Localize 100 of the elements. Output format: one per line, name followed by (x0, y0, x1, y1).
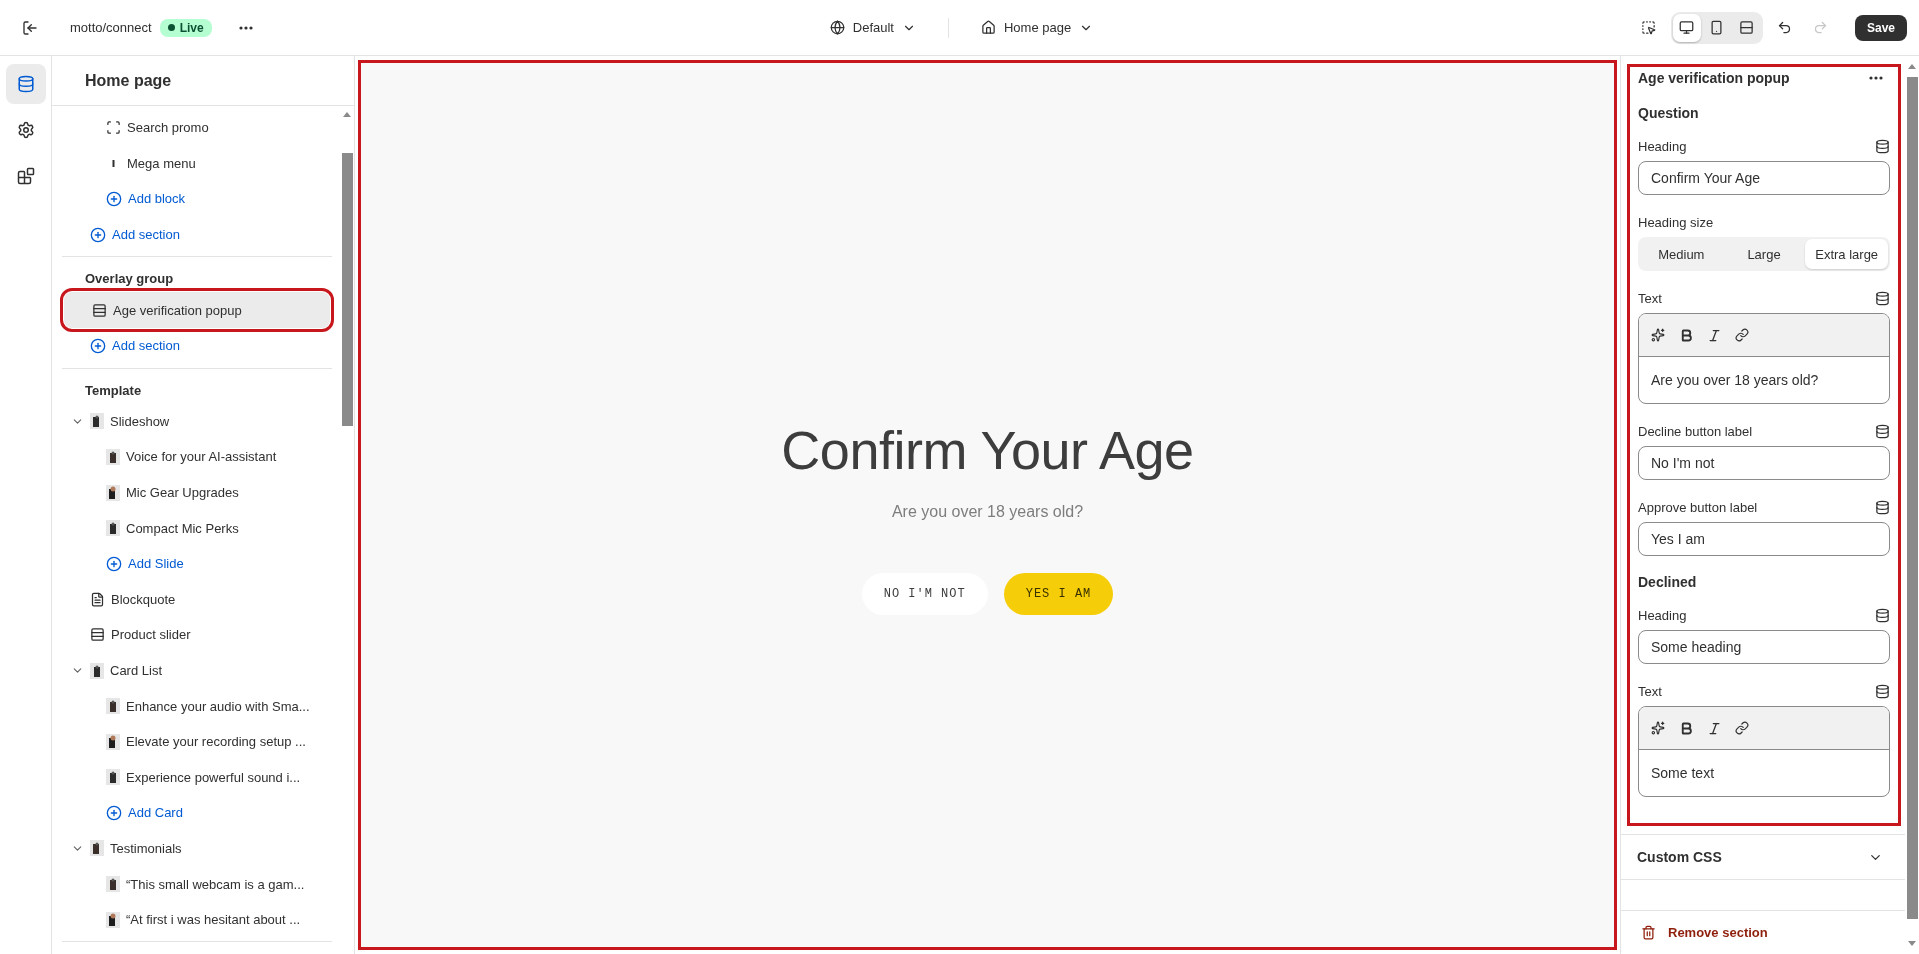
thumbnail-icon (90, 662, 104, 679)
store-name: motto/connect (70, 20, 152, 35)
dynamic-source-icon[interactable] (1875, 607, 1890, 623)
rich-text-value: Are you over 18 years old? (1650, 371, 1820, 390)
field-label: Approve button label (1638, 499, 1758, 515)
approve-button[interactable]: YES I AM (1003, 573, 1114, 615)
field-label: Text (1638, 683, 1662, 699)
thumbnail-icon (90, 840, 104, 857)
tree-item[interactable]: Mega menu (62, 145, 332, 182)
thumbnail-icon (106, 876, 120, 893)
section-icon (90, 627, 105, 643)
link-icon (1735, 328, 1749, 342)
tree-item[interactable]: Mic Gear Upgrades (62, 474, 332, 511)
settings-icon (16, 121, 35, 139)
segment-option[interactable]: Large (1722, 239, 1806, 269)
thumbnail-icon (106, 520, 120, 537)
sparkle-icon (1651, 721, 1665, 735)
section-heading: Question (1638, 105, 1700, 121)
field-label: Decline button label (1638, 423, 1753, 439)
field-label: Text (1638, 290, 1662, 306)
home-icon (981, 20, 996, 35)
undo-icon (1777, 20, 1793, 35)
scroll-down-icon (1908, 941, 1916, 946)
add-item-link[interactable]: Add section (62, 216, 332, 253)
custom-css-toggle[interactable]: Custom CSS (1621, 834, 1905, 880)
scrollbar-thumb[interactable] (341, 153, 353, 426)
rich-text-editor[interactable]: Are you over 18 years old? (1638, 313, 1890, 404)
text-field[interactable]: No I'm not (1638, 446, 1890, 480)
thumbnail-icon (106, 769, 120, 786)
segment-option[interactable]: Medium (1640, 239, 1723, 269)
dynamic-source-icon[interactable] (1875, 683, 1890, 699)
globe-icon (829, 20, 845, 35)
decline-button[interactable]: NO I'M NOT (861, 573, 988, 615)
thumbnail-icon (106, 698, 120, 715)
add-item-link[interactable]: Add section (62, 327, 332, 364)
thumbnail-icon (106, 911, 120, 928)
tree-item[interactable]: Product slider (62, 617, 332, 653)
tree-item[interactable]: Blockquote (62, 581, 332, 618)
view-button[interactable] (1672, 13, 1701, 42)
rail-button[interactable] (5, 64, 46, 104)
popup-heading: Confirm Your Age (781, 419, 1194, 481)
save-button[interactable]: Save (1854, 14, 1907, 41)
tree-item[interactable]: Slideshow (62, 403, 332, 440)
theme-picker[interactable]: Default (821, 16, 924, 39)
italic-icon (1706, 720, 1722, 736)
status-badge: Live (159, 18, 212, 37)
text-field[interactable]: Confirm Your Age (1638, 161, 1890, 195)
desktop-icon (1679, 20, 1695, 35)
inspector-icon (1641, 20, 1657, 35)
text-field[interactable]: Some heading (1638, 630, 1890, 664)
dynamic-source-icon[interactable] (1875, 138, 1890, 154)
tree-item[interactable]: Enhance your audio with Sma... (62, 688, 332, 724)
more-icon (238, 25, 253, 30)
sparkle-icon (1651, 328, 1665, 342)
thumbnail-icon (106, 448, 120, 465)
italic-icon (1706, 327, 1722, 343)
dynamic-source-icon[interactable] (1875, 499, 1890, 515)
tree-item[interactable]: Card List (62, 652, 332, 689)
thumbnail-icon (90, 413, 104, 430)
tree-item[interactable]: Testimonials (62, 830, 332, 867)
add-item-link[interactable]: Add Card (62, 795, 332, 831)
exit-icon (22, 19, 38, 36)
add-icon (106, 555, 122, 572)
field-label: Heading (1638, 138, 1687, 154)
sections-icon (16, 75, 35, 93)
tree-item[interactable]: Elevate your recording setup ... (62, 723, 332, 760)
redo-icon (1813, 20, 1829, 35)
trash-icon (1641, 925, 1656, 940)
segment-option[interactable]: Extra large (1805, 239, 1888, 269)
dynamic-source-icon[interactable] (1875, 423, 1890, 439)
add-item-link[interactable]: Add block (62, 181, 332, 217)
field-label: Heading (1638, 607, 1687, 623)
tree-item[interactable]: Voice for your AI-assistant (62, 439, 332, 475)
page-picker[interactable]: Home page (973, 16, 1102, 39)
tree-item[interactable]: Search promo (62, 110, 332, 146)
popup-text: Are you over 18 years old? (891, 503, 1084, 521)
tree-item[interactable]: Experience powerful sound i... (62, 759, 332, 796)
full-width-icon (1739, 20, 1755, 35)
text-field[interactable]: Yes I am (1638, 522, 1890, 556)
add-icon (106, 191, 122, 207)
tree-item[interactable]: “At first i was hesitant about ... (62, 901, 332, 938)
dynamic-source-icon[interactable] (1875, 290, 1890, 306)
rich-text-editor[interactable]: Some text (1638, 706, 1890, 797)
dashed-frame-icon (106, 120, 121, 136)
more-icon (1869, 76, 1883, 80)
section-heading: Declined (1638, 574, 1698, 590)
link-icon (1735, 721, 1749, 735)
scroll-up-icon (343, 112, 351, 117)
scrollbar-thumb[interactable] (1906, 77, 1918, 919)
tree-item[interactable]: Compact Mic Perks (62, 510, 332, 546)
section-icon (92, 302, 107, 318)
sidebar-title: Home page (52, 56, 354, 106)
add-icon (90, 226, 106, 243)
remove-section-button[interactable]: Remove section (1621, 910, 1905, 954)
text-block-icon (90, 591, 105, 607)
scroll-up-icon (1908, 64, 1916, 69)
field-label: Heading size (1638, 214, 1714, 230)
add-item-link[interactable]: Add Slide (62, 545, 332, 582)
tree-item[interactable]: “This small webcam is a gam... (62, 866, 332, 902)
apps-icon (16, 167, 35, 185)
